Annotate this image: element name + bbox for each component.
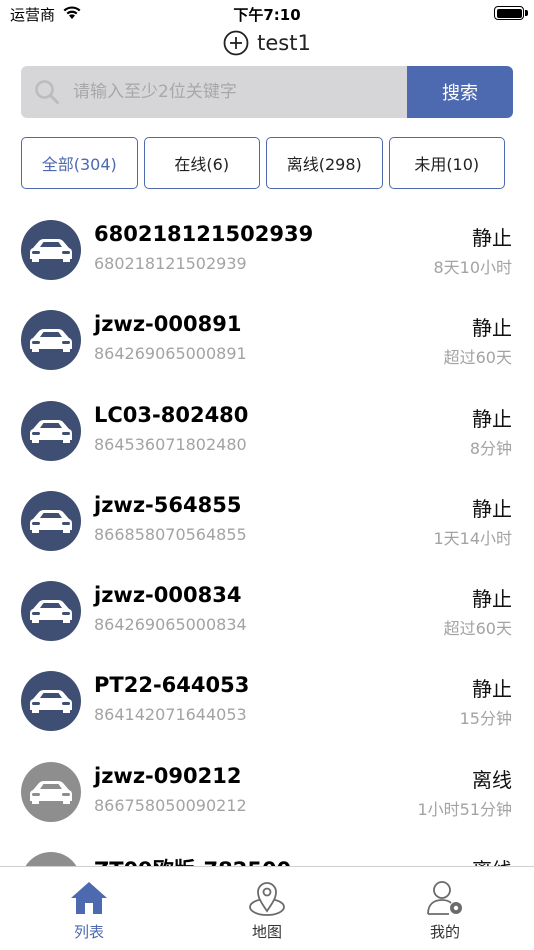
device-imei: 866758050090212 bbox=[94, 795, 247, 815]
device-duration: 1小时51分钟 bbox=[417, 799, 512, 819]
car-icon bbox=[30, 239, 72, 262]
device-status: 离线 bbox=[472, 854, 512, 866]
filter-tabs: 全部(304) 在线(6) 离线(298) 未用(10) bbox=[21, 137, 505, 189]
car-avatar bbox=[21, 581, 81, 642]
list-item[interactable]: jzwz-090212 866758050090212 离线 1小时51分钟 bbox=[0, 740, 534, 830]
device-status: 静止 bbox=[472, 677, 512, 702]
tab-mine[interactable]: 我的 bbox=[356, 867, 534, 950]
car-avatar bbox=[21, 852, 81, 866]
car-avatar bbox=[21, 400, 81, 461]
device-imei: 864269065000891 bbox=[94, 344, 247, 364]
device-name: jzwz-090212 bbox=[94, 763, 242, 788]
device-name: jzwz-000834 bbox=[94, 583, 242, 608]
device-status: 静止 bbox=[472, 496, 512, 521]
device-duration: 15分钟 bbox=[459, 709, 512, 729]
search-box bbox=[21, 66, 407, 118]
device-duration: 8分钟 bbox=[469, 438, 512, 458]
device-name: LC03-802480 bbox=[94, 402, 249, 427]
car-icon bbox=[30, 690, 72, 714]
clock: 下午7:10 bbox=[233, 6, 301, 24]
device-status: 静止 bbox=[472, 316, 512, 341]
tab-map[interactable]: 地图 bbox=[178, 867, 356, 950]
search-input[interactable] bbox=[73, 82, 373, 102]
device-name: ZT09欧版-782500 bbox=[94, 854, 291, 866]
car-avatar bbox=[21, 220, 81, 280]
device-list: 680218121502939 680218121502939 静止 8天10小… bbox=[0, 198, 534, 866]
device-status: 离线 bbox=[472, 767, 512, 792]
list-item[interactable]: jzwz-000891 864269065000891 静止 超过60天 bbox=[0, 288, 534, 378]
user-settings-icon bbox=[427, 881, 462, 915]
device-name: 680218121502939 bbox=[94, 222, 314, 246]
header: test1 bbox=[0, 28, 534, 58]
device-status: 静止 bbox=[472, 406, 512, 431]
device-imei: 864536071802480 bbox=[94, 434, 247, 454]
device-name: jzwz-564855 bbox=[94, 492, 242, 517]
device-imei: 866858070564855 bbox=[94, 524, 247, 544]
tab-bar: 列表 地图 我的 bbox=[0, 866, 534, 950]
list-item[interactable]: PT22-644053 864142071644053 静止 15分钟 bbox=[0, 649, 534, 739]
search-icon bbox=[35, 80, 59, 104]
filter-all[interactable]: 全部(304) bbox=[21, 137, 138, 189]
list-item[interactable]: jzwz-000834 864269065000834 静止 超过60天 bbox=[0, 559, 534, 649]
search-button[interactable]: 搜索 bbox=[407, 66, 513, 118]
battery-icon bbox=[494, 6, 524, 20]
device-imei: 864269065000834 bbox=[94, 615, 247, 635]
map-pin-icon bbox=[249, 882, 285, 916]
battery-tip bbox=[525, 10, 528, 16]
device-name: jzwz-000891 bbox=[94, 312, 242, 337]
list-item[interactable]: ZT09欧版-782500 离线 bbox=[0, 830, 534, 866]
filter-online[interactable]: 在线(6) bbox=[143, 137, 260, 189]
device-name: PT22-644053 bbox=[94, 673, 250, 698]
device-duration: 8天10小时 bbox=[433, 258, 512, 277]
device-duration: 超过60天 bbox=[443, 348, 512, 368]
car-icon bbox=[30, 600, 72, 624]
tab-label: 地图 bbox=[251, 923, 282, 941]
car-icon bbox=[30, 509, 72, 533]
car-avatar bbox=[21, 671, 81, 732]
car-avatar bbox=[21, 490, 81, 551]
car-icon bbox=[30, 329, 72, 353]
device-duration: 1天14小时 bbox=[433, 528, 512, 548]
filter-unused[interactable]: 未用(10) bbox=[388, 137, 505, 189]
car-avatar bbox=[21, 310, 81, 371]
car-icon bbox=[30, 780, 72, 804]
device-status: 静止 bbox=[472, 587, 512, 612]
page-title[interactable]: test1 bbox=[257, 31, 311, 55]
tab-label: 列表 bbox=[73, 923, 104, 941]
tab-label: 我的 bbox=[429, 923, 460, 941]
filter-offline[interactable]: 离线(298) bbox=[266, 137, 383, 189]
search-bar: 搜索 bbox=[21, 66, 513, 118]
device-imei: 864142071644053 bbox=[94, 705, 247, 725]
car-avatar bbox=[21, 761, 81, 822]
device-duration: 超过60天 bbox=[443, 619, 512, 639]
add-circle-icon[interactable] bbox=[223, 30, 249, 56]
device-status: 静止 bbox=[472, 226, 512, 250]
tab-list[interactable]: 列表 bbox=[0, 867, 178, 950]
home-icon bbox=[71, 882, 107, 914]
list-item[interactable]: jzwz-564855 866858070564855 静止 1天14小时 bbox=[0, 469, 534, 559]
list-item[interactable]: 680218121502939 680218121502939 静止 8天10小… bbox=[0, 198, 534, 288]
status-bar: 运营商 下午7:10 bbox=[0, 0, 534, 28]
list-item[interactable]: LC03-802480 864536071802480 静止 8分钟 bbox=[0, 379, 534, 469]
car-icon bbox=[30, 419, 72, 443]
device-imei: 680218121502939 bbox=[94, 254, 247, 273]
